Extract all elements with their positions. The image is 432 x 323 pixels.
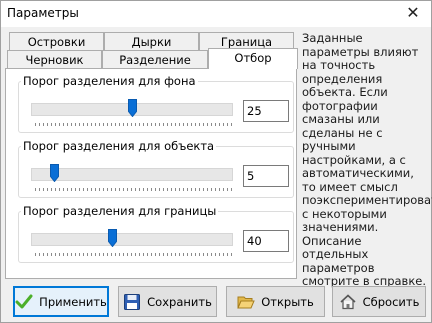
group-label: Порог разделения для объекта — [21, 139, 217, 153]
save-button-label: Сохранить — [147, 294, 212, 309]
slider-track[interactable] — [31, 168, 233, 181]
slider-ticks — [35, 188, 233, 191]
save-button[interactable]: Сохранить — [118, 286, 217, 317]
apply-button[interactable]: Применить — [13, 286, 109, 317]
tab-panel-selection: Порог разделения для фона Порог разделен… — [5, 68, 297, 279]
open-button[interactable]: Открыть — [226, 286, 325, 317]
folder-open-icon — [237, 293, 255, 311]
group-border-threshold: Порог разделения для границы — [18, 204, 294, 263]
slider-ticks — [35, 123, 233, 126]
tab-draft[interactable]: Черновик — [7, 50, 102, 69]
help-text: Заданные параметры влияют на точность оп… — [302, 31, 432, 288]
close-icon[interactable]: ✕ — [403, 3, 423, 23]
apply-button-label: Применить — [39, 294, 107, 309]
tab-separation[interactable]: Разделение — [102, 50, 208, 69]
slider-track[interactable] — [31, 233, 233, 246]
reset-button-label: Сбросить — [362, 294, 420, 309]
home-icon — [339, 293, 357, 311]
object-threshold-input[interactable] — [243, 165, 289, 187]
group-background-threshold: Порог разделения для фона — [18, 74, 294, 133]
group-label: Порог разделения для фона — [21, 74, 198, 88]
tab-selection[interactable]: Отбор — [208, 48, 298, 69]
parameters-dialog: Параметры ✕ Островки Дырки Граница Черно… — [0, 0, 432, 323]
open-button-label: Открыть — [261, 294, 314, 309]
slider-thumb[interactable] — [50, 164, 60, 182]
title-bar: Параметры ✕ — [1, 1, 431, 27]
group-object-threshold: Порог разделения для объекта — [18, 139, 294, 198]
slider-ticks — [35, 253, 233, 256]
slider-thumb[interactable] — [127, 99, 137, 117]
slider-thumb[interactable] — [108, 229, 118, 247]
window-title: Параметры — [7, 6, 79, 20]
background-threshold-input[interactable] — [243, 100, 289, 122]
tab-islands[interactable]: Островки — [9, 32, 104, 51]
group-label: Порог разделения для границы — [21, 204, 219, 218]
reset-button[interactable]: Сбросить — [332, 286, 426, 317]
border-threshold-input[interactable] — [243, 230, 289, 252]
tab-holes[interactable]: Дырки — [104, 32, 199, 51]
checkmark-icon — [15, 293, 33, 311]
floppy-disk-icon — [123, 293, 141, 311]
